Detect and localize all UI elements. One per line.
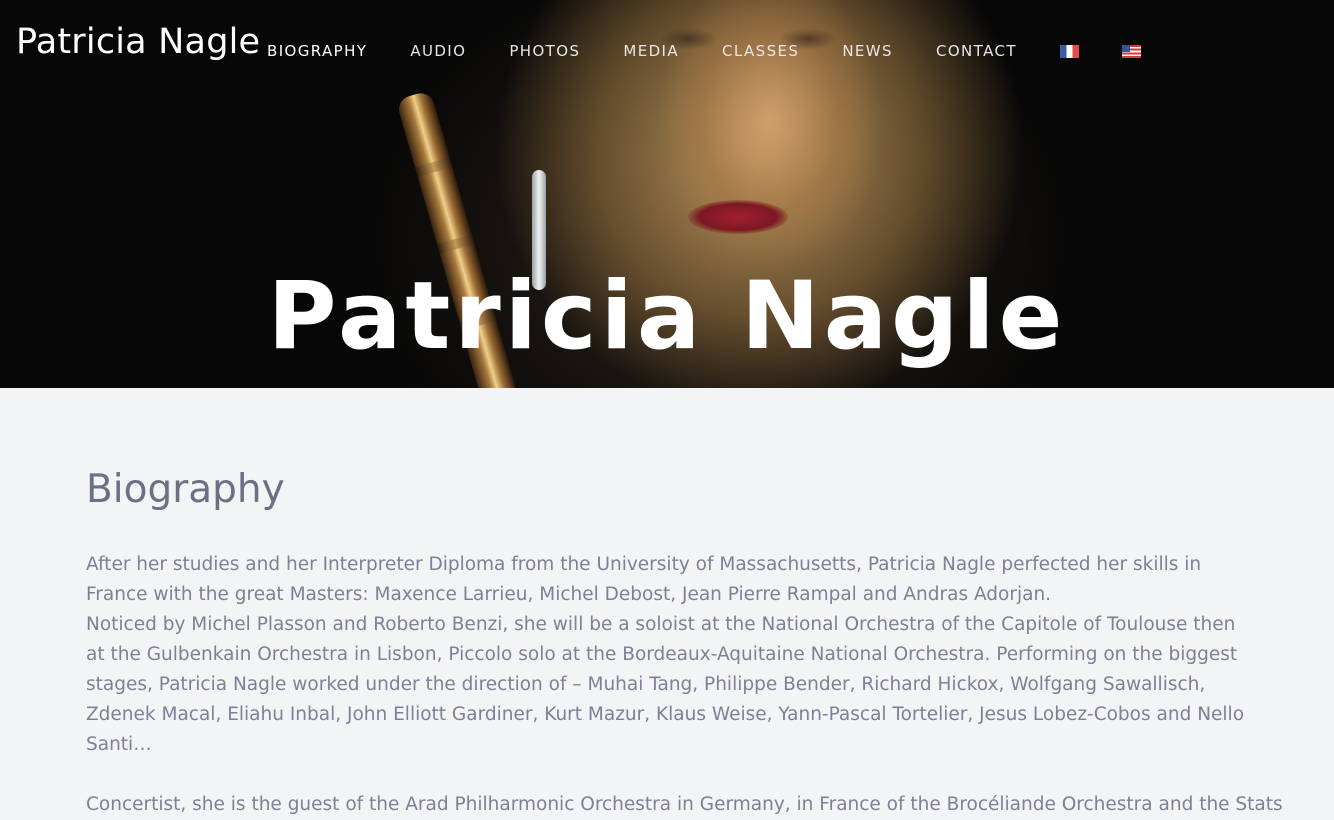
french-flag-icon[interactable]: [1059, 44, 1079, 58]
flute-key: [437, 234, 475, 254]
hero-title: Patricia Nagle: [267, 262, 1067, 371]
us-flag-icon[interactable]: [1121, 44, 1141, 58]
nav-classes[interactable]: CLASSES: [722, 42, 799, 60]
nav-photos[interactable]: PHOTOS: [509, 42, 580, 60]
nav-contact[interactable]: CONTACT: [936, 42, 1017, 60]
flute-key: [414, 157, 453, 177]
hero-banner: Patricia Nagle BIOGRAPHY AUDIO PHOTOS ME…: [0, 0, 1334, 388]
nav-biography[interactable]: BIOGRAPHY: [267, 42, 367, 60]
nav-media[interactable]: MEDIA: [623, 42, 679, 60]
site-title-link[interactable]: Patricia Nagle: [16, 22, 260, 62]
main-menu: BIOGRAPHY AUDIO PHOTOS MEDIA CLASSES NEW…: [267, 42, 1184, 60]
biography-paragraph: After her studies and her Interpreter Di…: [86, 550, 1256, 760]
biography-text-line: Noticed by Michel Plasson and Roberto Be…: [86, 614, 1245, 755]
top-navigation: Patricia Nagle BIOGRAPHY AUDIO PHOTOS ME…: [0, 0, 1334, 104]
nav-audio[interactable]: AUDIO: [410, 42, 466, 60]
section-heading-biography: Biography: [86, 467, 285, 512]
nav-news[interactable]: NEWS: [842, 42, 893, 60]
biography-paragraph: Concertist, she is the guest of the Arad…: [86, 794, 1283, 815]
biography-text-line: After her studies and her Interpreter Di…: [86, 554, 1202, 605]
main-content: Biography After her studies and her Inte…: [86, 388, 1283, 820]
hero-photo-lips: [688, 200, 788, 234]
